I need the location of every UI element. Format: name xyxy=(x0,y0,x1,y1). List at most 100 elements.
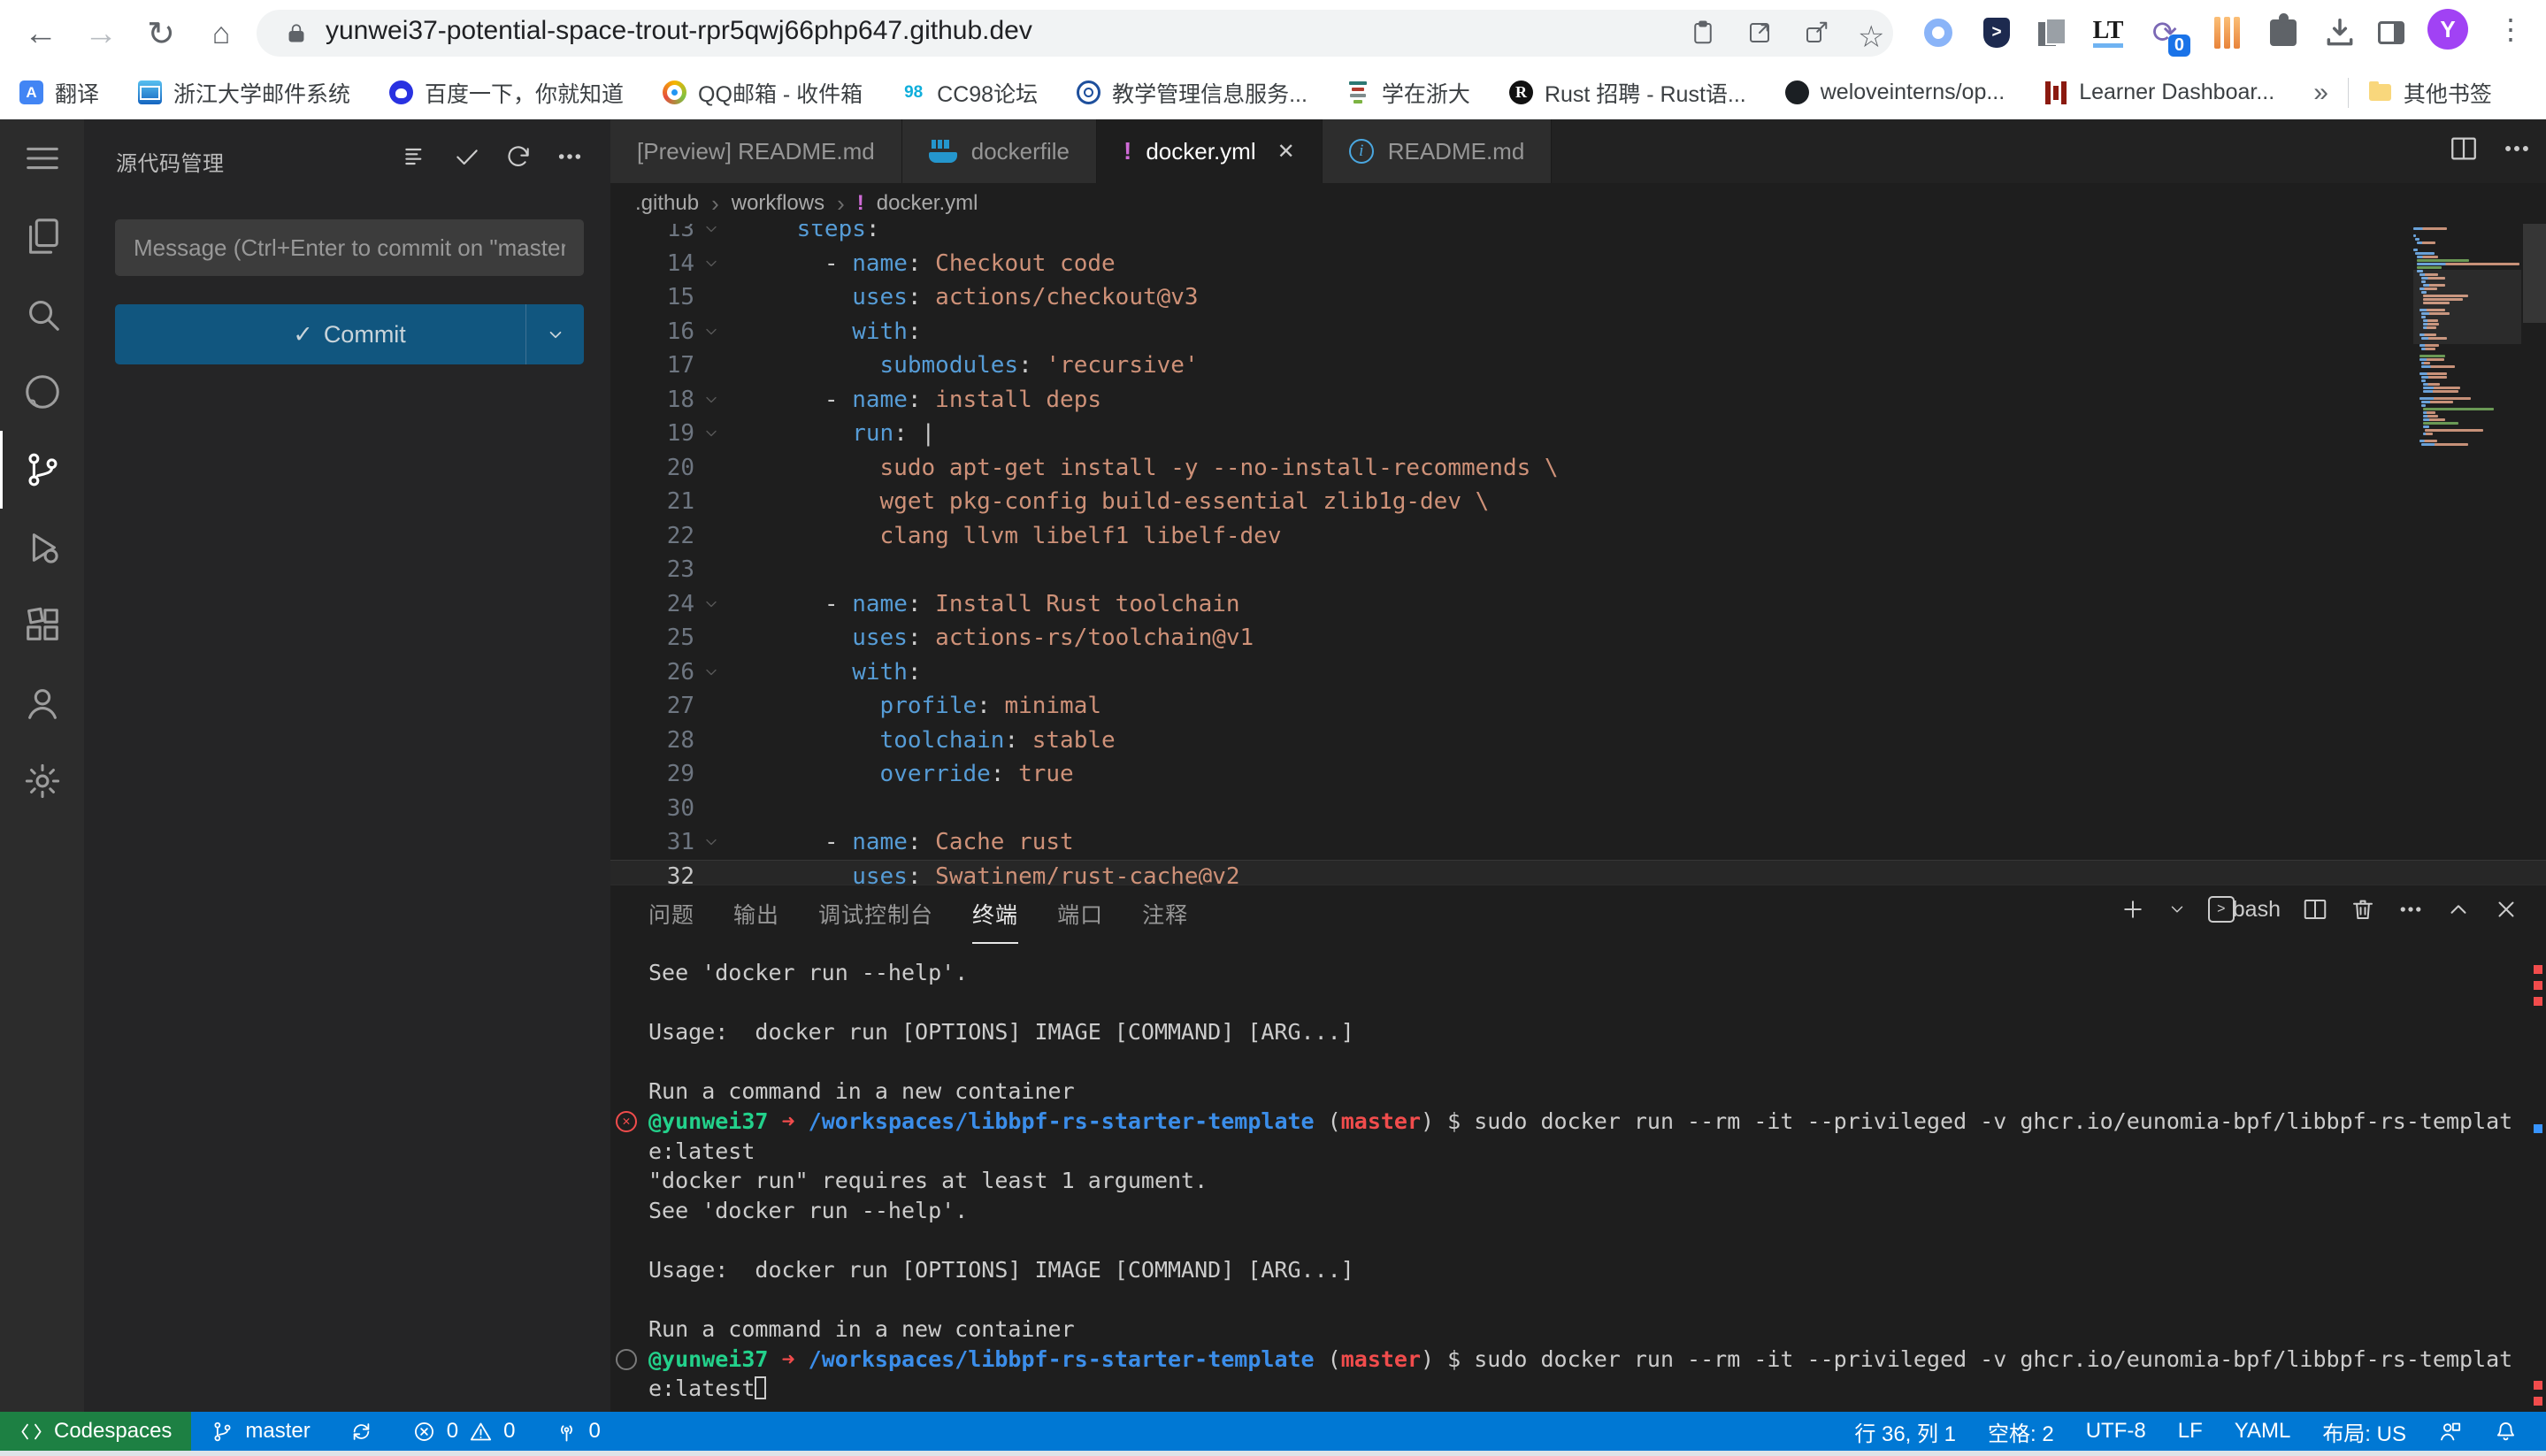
line-number[interactable]: 24 xyxy=(610,587,694,622)
fold-chevron-icon[interactable] xyxy=(702,833,720,851)
code-line[interactable]: 27 profile: minimal xyxy=(610,689,2546,724)
branch-indicator[interactable]: master xyxy=(191,1412,329,1451)
line-number[interactable]: 32 xyxy=(610,860,694,885)
ports-indicator[interactable]: 0 xyxy=(535,1412,620,1451)
close-panel-icon[interactable] xyxy=(2493,896,2519,923)
code-line[interactable]: 13 steps: xyxy=(610,224,2546,247)
extension-bars-icon[interactable] xyxy=(2210,16,2243,50)
code-line[interactable]: 17 submodules: 'recursive' xyxy=(610,349,2546,383)
url-text[interactable]: yunwei37-potential-space-trout-rpr5qwj66… xyxy=(326,16,1032,46)
share-icon[interactable] xyxy=(1803,19,1829,46)
fold-chevron-icon[interactable] xyxy=(702,425,720,442)
split-terminal-icon[interactable] xyxy=(2302,896,2328,923)
activity-item-settings[interactable] xyxy=(0,742,84,820)
line-number[interactable]: 27 xyxy=(610,689,694,724)
code-line[interactable]: 15 uses: actions/checkout@v3 xyxy=(610,280,2546,315)
bookmark-item[interactable]: weloveinterns/op... xyxy=(1785,80,2005,105)
terminal-dropdown-icon[interactable] xyxy=(2167,900,2187,919)
line-number[interactable]: 25 xyxy=(610,621,694,655)
line-number[interactable]: 15 xyxy=(610,280,694,315)
code-line[interactable]: 18 - name: install deps xyxy=(610,383,2546,418)
bookmark-item[interactable]: 学在浙大 xyxy=(1346,77,1470,109)
bookmark-item[interactable]: 浙江大学邮件系统 xyxy=(138,77,350,109)
fold-chevron-icon[interactable] xyxy=(702,255,720,272)
extensions-puzzle-icon[interactable] xyxy=(2266,16,2300,50)
fold-chevron-icon[interactable] xyxy=(702,595,720,613)
line-number[interactable]: 26 xyxy=(610,655,694,690)
codespaces-remote-indicator[interactable]: Codespaces xyxy=(0,1412,191,1451)
clipboard-icon[interactable] xyxy=(1690,19,1716,46)
bookmarks-overflow-icon[interactable]: » xyxy=(2313,78,2328,108)
close-icon[interactable]: ✕ xyxy=(1277,139,1295,165)
activity-item-source-control[interactable] xyxy=(0,431,84,509)
code-line[interactable]: 22 clang llvm libelf1 libelf-dev xyxy=(610,519,2546,554)
breadcrumb-segment[interactable]: .github xyxy=(635,191,699,216)
line-number[interactable]: 28 xyxy=(610,724,694,758)
side-panel-icon[interactable] xyxy=(2374,16,2408,50)
code-line[interactable]: 26 with: xyxy=(610,655,2546,690)
status-item[interactable]: LF xyxy=(2162,1412,2219,1451)
bookmark-item[interactable]: Learner Dashboar... xyxy=(2044,80,2274,105)
code-line[interactable]: 16 with: xyxy=(610,315,2546,349)
fold-chevron-icon[interactable] xyxy=(702,323,720,341)
activity-item-run-debug[interactable] xyxy=(0,509,84,586)
downloads-icon[interactable] xyxy=(2323,16,2357,50)
bookmark-item[interactable]: A翻译 xyxy=(19,77,99,109)
activity-item-search[interactable] xyxy=(0,275,84,353)
tab-sync-icon[interactable]: ⟳0 xyxy=(2148,16,2182,50)
line-number[interactable]: 17 xyxy=(610,349,694,383)
line-number[interactable]: 29 xyxy=(610,757,694,792)
activity-item-menu[interactable] xyxy=(0,119,84,197)
fold-chevron-icon[interactable] xyxy=(702,224,720,238)
code-line[interactable]: 29 override: true xyxy=(610,757,2546,792)
back-icon[interactable]: ← xyxy=(19,12,62,55)
tab-readme-md[interactable]: iREADME.md xyxy=(1323,119,1553,183)
breadcrumb-segment[interactable]: docker.yml xyxy=(877,191,978,216)
commit-dropdown[interactable] xyxy=(525,304,584,364)
code-line[interactable]: 25 uses: actions-rs/toolchain@v1 xyxy=(610,621,2546,655)
terminal-instance[interactable]: > bash xyxy=(2208,896,2281,923)
browser-avatar[interactable]: Y xyxy=(2427,9,2468,50)
home-icon[interactable]: ⌂ xyxy=(200,12,242,55)
bookmark-item[interactable]: RRust 招聘 - Rust语... xyxy=(1509,77,1746,109)
activity-item-explorer[interactable] xyxy=(0,197,84,275)
line-number[interactable]: 14 xyxy=(610,247,694,281)
kill-terminal-icon[interactable] xyxy=(2350,896,2376,923)
bookmark-item[interactable]: 教学管理信息服务... xyxy=(1077,77,1308,109)
commit-message-input[interactable] xyxy=(115,219,584,276)
commit-check-icon[interactable] xyxy=(453,142,481,171)
other-bookmarks-folder[interactable]: 其他书签 xyxy=(2368,77,2492,109)
code-line[interactable]: 32 uses: Swatinem/rust-cache@v2 xyxy=(610,860,2546,885)
bookmark-item[interactable]: 百度一下，你就知道 xyxy=(389,77,624,109)
tab-docker-yml[interactable]: !docker.yml✕ xyxy=(1097,119,1323,183)
fold-chevron-icon[interactable] xyxy=(702,663,720,681)
line-number[interactable]: 18 xyxy=(610,383,694,418)
code-line[interactable]: 24 - name: Install Rust toolchain xyxy=(610,587,2546,622)
more-actions-icon[interactable] xyxy=(556,142,584,171)
panel-tab-问题[interactable]: 问题 xyxy=(648,898,694,944)
code-line[interactable]: 23 xyxy=(610,553,2546,587)
extension-copy-icon[interactable] xyxy=(2035,16,2068,50)
panel-more-icon[interactable] xyxy=(2397,896,2424,923)
line-number[interactable]: 30 xyxy=(610,792,694,826)
bookmark-star-icon[interactable]: ☆ xyxy=(1858,19,1884,46)
minimap-viewport[interactable] xyxy=(2413,270,2521,344)
panel-tab-注释[interactable]: 注释 xyxy=(1142,898,1188,944)
line-number[interactable]: 23 xyxy=(610,553,694,587)
line-number[interactable]: 20 xyxy=(610,451,694,486)
line-number[interactable]: 22 xyxy=(610,519,694,554)
extension-shield-icon[interactable]: > xyxy=(1980,16,2013,50)
sync-changes[interactable] xyxy=(330,1412,393,1451)
commit-button[interactable]: ✓ Commit xyxy=(115,304,584,364)
bookmark-item[interactable]: 98CC98论坛 xyxy=(901,77,1038,109)
code-line[interactable]: 19 run: | xyxy=(610,417,2546,451)
activity-item-github[interactable] xyxy=(0,353,84,431)
refresh-icon[interactable] xyxy=(504,142,533,171)
line-number[interactable]: 16 xyxy=(610,315,694,349)
line-number[interactable]: 21 xyxy=(610,485,694,519)
forward-icon[interactable]: → xyxy=(80,12,122,55)
code-line[interactable]: 31 - name: Cache rust xyxy=(610,825,2546,860)
status-item[interactable]: 行 36, 列 1 xyxy=(1838,1412,1972,1451)
activity-item-account[interactable] xyxy=(0,664,84,742)
editor-scrollbar[interactable] xyxy=(2523,224,2546,323)
